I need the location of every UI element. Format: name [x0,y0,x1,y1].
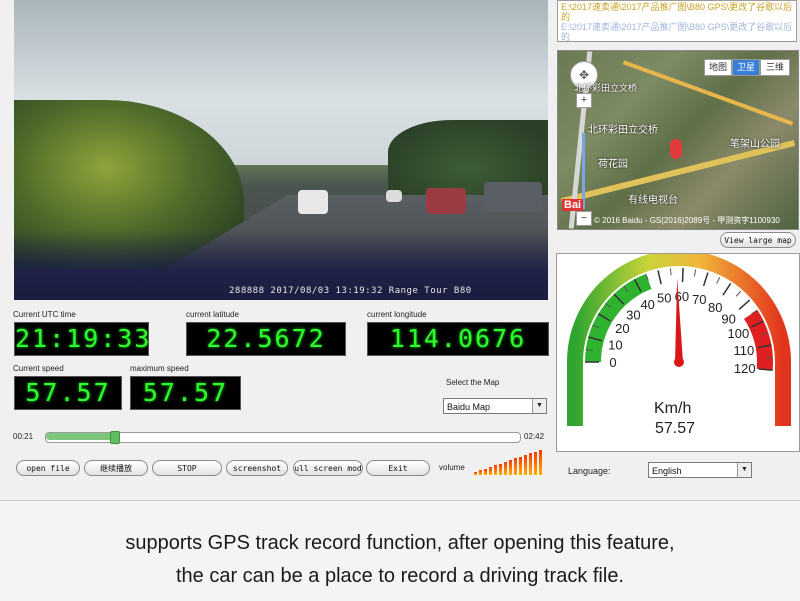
max-speed-display: 57.57 [130,376,241,410]
map-type-map[interactable]: 地图 [704,59,732,76]
volume-level-bar [489,466,492,475]
map-type-3d[interactable]: 三维 [760,59,790,76]
volume-level-bar [524,455,527,475]
map-label: 北环彩田立交桥 [588,125,658,136]
elapsed-time: 00:21 [13,432,34,441]
gauge-tick-label: 20 [615,321,629,336]
zoom-in-button[interactable]: + [576,93,592,108]
gauge-tick-label: 80 [708,300,722,315]
file-path-box: E:\2017速卖通\2017产品推广图\B80 GPS\更改了谷歌以后的 E:… [557,0,797,42]
gauge-minor-tick [735,290,742,297]
chevron-down-icon[interactable]: ▼ [532,399,546,413]
volume-level-bar [529,453,532,475]
gauge-tick-label: 50 [657,291,671,306]
gauge-tick [657,270,662,285]
stop-button[interactable]: STOP [152,460,222,476]
screenshot-button[interactable]: screenshot [226,460,288,476]
max-speed-label: maximum speed [130,364,189,373]
full-screen-button[interactable]: ull screen mod [293,460,363,476]
language-label: Language: [568,466,611,476]
continue-play-button[interactable]: 继续播放 [84,460,148,476]
total-time: 02:42 [524,432,545,441]
open-file-button[interactable]: open file [16,460,80,476]
gauge-tick-label: 90 [721,311,735,326]
video-car [298,190,328,214]
volume-level-bar [484,468,487,475]
map-select[interactable]: Baidu Map ▼ [443,398,547,414]
gauge-tick-label: 10 [608,337,622,352]
latitude-display: 22.5672 73 [186,322,346,356]
speed-unit: Km/h [654,400,692,417]
zoom-slider[interactable] [582,133,585,209]
latitude-label: current latitude [186,310,239,319]
gauge-tick-label: 70 [692,292,706,307]
gps-player-window: 288888 2017/08/03 13:19:32 Range Tour B8… [0,0,800,501]
map-label: 荷花园 [598,159,628,170]
gauge-tick-label: 30 [626,307,640,322]
gauge-tick [681,268,684,283]
video-car [484,182,542,212]
video-car [386,190,402,202]
gauge-tick-label: 100 [728,326,750,341]
gauge-minor-tick [716,277,721,284]
current-speed-display: 57.57 [14,376,122,410]
gauge-tick [738,299,751,310]
caption-line-1: supports GPS track record function, afte… [125,532,675,554]
video-car [426,188,466,214]
select-map-label: Select the Map [446,378,500,387]
map-label: 有线电视台 [628,195,678,206]
exit-button[interactable]: Exit [366,460,430,476]
language-select[interactable]: English ▼ [648,462,752,478]
utc-time-label: Current UTC time [13,310,76,319]
gauge-tick [722,283,732,296]
gauge-tick-label: 0 [609,355,616,370]
gauge-minor-tick [669,268,672,276]
chevron-down-icon[interactable]: ▼ [737,463,751,477]
file-path-line: E:\2017速卖通\2017产品推广图\B80 GPS\更改了谷歌以后的 [561,22,793,42]
utc-time-display: 21:19:33 [14,322,149,356]
volume-level-bar [534,451,537,475]
volume-level-bar [499,463,502,475]
map-copyright: © 2016 Baidu - GS(2016)2089号 - 甲测资字11009… [594,216,780,225]
caption-line-2: the car can be a place to record a drivi… [175,565,624,587]
zoom-out-button[interactable]: − [576,211,592,226]
volume-slider[interactable] [474,450,544,475]
gauge-tick-label: 110 [734,343,755,358]
baidu-logo: Bai [562,199,584,211]
map-label: 笔架山公园 [730,139,780,150]
progress-handle[interactable] [110,431,121,444]
map-type-satellite[interactable]: 卫星 [732,59,760,76]
progress-fill [46,433,115,440]
gauge-hub [674,357,684,367]
map-select-value: Baidu Map [447,402,491,412]
volume-level-bar [519,456,522,475]
gauge-tick-label: 120 [734,361,756,376]
video-preview[interactable]: 288888 2017/08/03 13:19:32 Range Tour B8… [14,0,548,300]
volume-level-bar [494,465,497,475]
longitude-display: 114.0676 11 [367,322,549,356]
map-label: 北环彩田立文桥 [574,83,638,93]
current-speed-label: Current speed [13,364,64,373]
file-path-line: E:\2017速卖通\2017产品推广图\B80 GPS\更改了谷歌以后的 [561,2,793,22]
speed-readout: 57.57 [655,420,696,437]
volume-level-bar [474,472,477,475]
volume-level-bar [479,470,482,475]
video-timestamp: 288888 2017/08/03 13:19:32 Range Tour B8… [229,286,472,296]
volume-level-bar [539,450,542,475]
location-pin-icon [670,139,682,159]
playback-progress-bar[interactable] [45,431,521,444]
gauge-tick-label: 40 [640,297,654,312]
language-select-value: English [652,466,682,476]
gauge-tick [702,272,709,287]
volume-label: volume [439,463,465,472]
gauge-minor-tick [693,269,697,277]
longitude-label: current longitude [367,310,427,319]
volume-level-bar [509,460,512,475]
speedometer-panel: 0 10 20 30 40 50 60 70 80 90 100 110 120 Km/h 57.57 [556,250,800,452]
view-large-map-button[interactable]: View large map [720,232,796,248]
volume-level-bar [514,458,517,475]
volume-level-bar [504,461,507,475]
satellite-map[interactable]: 地图 卫星 三维 ✥ + − 北环彩田立交桥 有线电视台 笔架山公园 荷花园 北… [557,50,799,230]
